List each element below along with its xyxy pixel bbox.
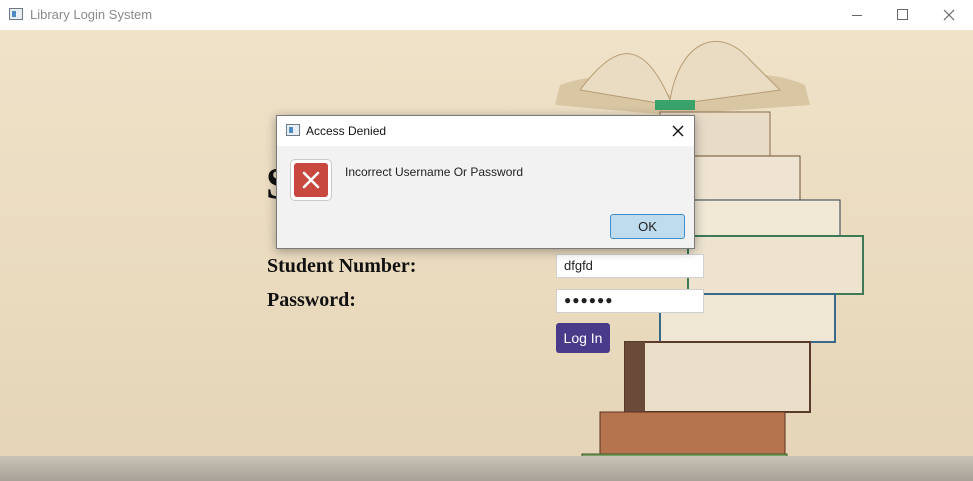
- student-number-input[interactable]: dfgfd: [556, 254, 704, 278]
- password-input[interactable]: ●●●●●●: [556, 289, 704, 313]
- dialog-title-bar[interactable]: Access Denied: [277, 116, 694, 146]
- close-icon: [943, 9, 955, 21]
- app-icon: [9, 8, 23, 20]
- minimize-button[interactable]: [834, 0, 880, 30]
- title-bar[interactable]: Library Login System: [0, 0, 973, 30]
- error-icon: [294, 163, 328, 197]
- dialog-title: Access Denied: [306, 124, 387, 138]
- main-window: Library Login System S Student Number: [0, 0, 973, 481]
- student-number-label: Student Number:: [267, 255, 417, 277]
- login-background: S Student Number: Password: dfgfd ●●●●●●…: [0, 30, 973, 481]
- maximize-button[interactable]: [880, 0, 926, 30]
- access-denied-dialog: Access Denied Incorrect Username Or Pass…: [276, 115, 695, 249]
- dialog-close-icon[interactable]: [669, 122, 687, 140]
- shelf-floor: [0, 456, 973, 481]
- dialog-app-icon: [286, 124, 300, 136]
- close-button[interactable]: [926, 0, 972, 30]
- maximize-icon: [897, 9, 908, 20]
- ok-button[interactable]: OK: [610, 214, 685, 239]
- minimize-icon: [852, 15, 862, 16]
- password-label: Password:: [267, 289, 356, 311]
- login-button[interactable]: Log In: [556, 323, 610, 353]
- error-icon-frame: [290, 159, 332, 201]
- window-title: Library Login System: [30, 7, 153, 22]
- dialog-message: Incorrect Username Or Password: [345, 165, 524, 179]
